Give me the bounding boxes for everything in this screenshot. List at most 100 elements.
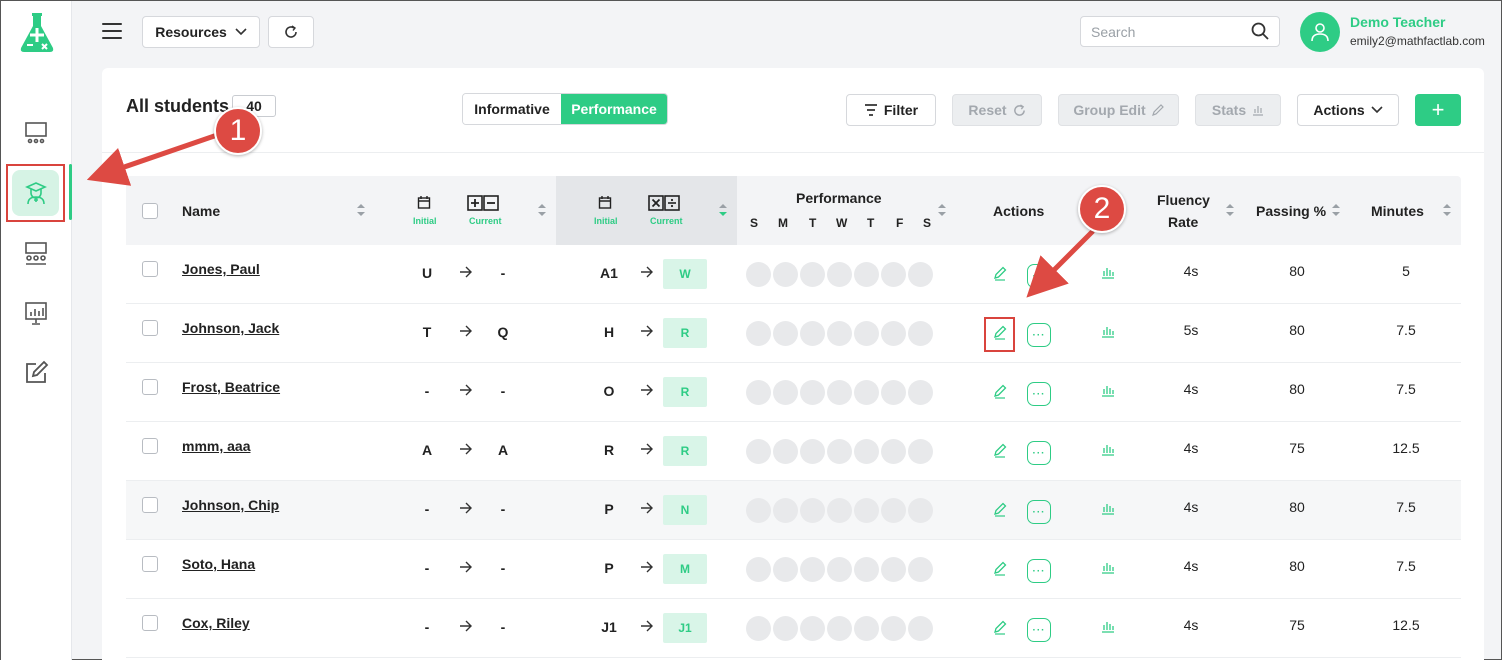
performance-dot [908, 557, 933, 582]
multiply-current-level: R [663, 377, 707, 407]
performance-dot [773, 321, 798, 346]
performance-dot [881, 616, 906, 641]
edit-pencil-icon[interactable] [992, 619, 1008, 635]
avatar[interactable] [1300, 12, 1340, 52]
view-toggle: Informative Performance [462, 93, 668, 125]
performance-week [746, 380, 933, 405]
more-options-button[interactable]: ··· [1027, 441, 1051, 465]
filter-label: Filter [883, 102, 919, 118]
bar-chart-icon[interactable] [1101, 383, 1115, 397]
sort-icon[interactable] [537, 203, 547, 217]
table-row: Soto, Hana - - P M ··· 4s 80 7.5 [126, 540, 1461, 599]
edit-pencil-icon[interactable] [992, 383, 1008, 399]
performance-dot [908, 616, 933, 641]
minutes: 7.5 [1396, 381, 1416, 397]
tab-performance[interactable]: Performance [561, 94, 667, 124]
reports-icon[interactable] [22, 299, 50, 327]
performance-dot [854, 616, 879, 641]
fluency-rate: 4s [1183, 381, 1199, 397]
edit-pencil-icon[interactable] [992, 442, 1008, 458]
user-name[interactable]: Demo Teacher [1350, 14, 1445, 30]
bar-chart-icon[interactable] [1101, 501, 1115, 515]
header-minutes: Minutes [1371, 203, 1424, 219]
multiply-current-level: R [663, 318, 707, 348]
select-all-checkbox[interactable] [142, 203, 158, 219]
groups-icon[interactable] [22, 239, 50, 267]
student-name-link[interactable]: Soto, Hana [182, 556, 255, 572]
student-name-link[interactable]: Johnson, Jack [182, 320, 279, 336]
edit-pencil-icon[interactable] [992, 560, 1008, 576]
row-checkbox[interactable] [142, 438, 158, 454]
actions-dropdown[interactable]: Actions [1297, 94, 1399, 126]
performance-dot [827, 616, 852, 641]
student-name-link[interactable]: Jones, Paul [182, 261, 260, 277]
more-options-button[interactable]: ··· [1027, 323, 1051, 347]
search-input[interactable] [1081, 17, 1241, 46]
more-options-button[interactable]: ··· [1027, 264, 1051, 288]
filter-button[interactable]: Filter [846, 94, 936, 126]
row-checkbox[interactable] [142, 261, 158, 277]
edit-pencil-icon[interactable] [992, 501, 1008, 517]
performance-dot [854, 557, 879, 582]
header-name[interactable]: Name [182, 203, 220, 219]
student-name-link[interactable]: mmm, aaa [182, 438, 250, 454]
addition-current-level: - [500, 265, 506, 281]
more-options-button[interactable]: ··· [1027, 559, 1051, 583]
group-edit-button[interactable]: Group Edit [1058, 94, 1179, 126]
highlight-box-sidebar [6, 164, 65, 222]
student-name-link[interactable]: Cox, Riley [182, 615, 250, 631]
sort-icon[interactable] [1331, 203, 1341, 217]
arrow-right-icon [640, 442, 654, 456]
student-name-link[interactable]: Johnson, Chip [182, 497, 279, 513]
bar-chart-icon[interactable] [1101, 560, 1115, 574]
arrow-right-icon [459, 442, 473, 456]
row-checkbox[interactable] [142, 615, 158, 631]
flask-logo-icon[interactable] [18, 13, 56, 53]
addition-current-level: A [497, 442, 509, 458]
page-title: All students [126, 96, 230, 116]
calendar-icon [598, 196, 612, 209]
sort-icon[interactable] [1225, 203, 1235, 217]
minutes: 5 [1402, 263, 1410, 279]
edit-notes-icon[interactable] [22, 359, 50, 387]
row-checkbox[interactable] [142, 497, 158, 513]
fluency-rate: 4s [1183, 617, 1199, 633]
resources-label: Resources [155, 24, 227, 40]
row-checkbox[interactable] [142, 320, 158, 336]
performance-week [746, 439, 933, 464]
reset-button[interactable]: Reset [952, 94, 1042, 126]
sort-desc-icon[interactable] [718, 203, 728, 217]
sort-icon[interactable] [1442, 203, 1452, 217]
student-name-link[interactable]: Frost, Beatrice [182, 379, 280, 395]
student-icon[interactable] [12, 170, 59, 216]
classroom-icon[interactable] [22, 119, 50, 147]
more-options-button[interactable]: ··· [1027, 382, 1051, 406]
sort-icon[interactable] [937, 203, 947, 217]
row-checkbox[interactable] [142, 379, 158, 395]
edit-pencil-icon[interactable] [992, 265, 1008, 281]
multiply-initial-level: P [604, 560, 614, 576]
sort-icon[interactable] [356, 203, 366, 217]
row-checkbox[interactable] [142, 556, 158, 572]
more-options-button[interactable]: ··· [1027, 500, 1051, 524]
divider [102, 152, 1484, 153]
tab-informative[interactable]: Informative [463, 94, 561, 124]
menu-icon[interactable] [102, 23, 122, 41]
day-label: W [836, 216, 848, 230]
refresh-button[interactable] [268, 16, 314, 48]
add-student-button[interactable]: + [1415, 94, 1461, 126]
arrow-right-icon [640, 324, 654, 338]
more-options-button[interactable]: ··· [1027, 618, 1051, 642]
bar-chart-icon[interactable] [1101, 265, 1115, 279]
bar-chart-icon[interactable] [1101, 442, 1115, 456]
bar-chart-icon[interactable] [1101, 619, 1115, 633]
minutes: 7.5 [1396, 558, 1416, 574]
active-indicator [69, 164, 72, 220]
table-row: Johnson, Chip - - P N ··· 4s 80 7.5 [126, 481, 1461, 540]
bar-chart-icon[interactable] [1101, 324, 1115, 338]
multiply-divide-icon [648, 195, 680, 211]
addition-current-level: - [500, 560, 506, 576]
search-icon[interactable] [1251, 22, 1269, 40]
stats-button[interactable]: Stats [1195, 94, 1281, 126]
resources-dropdown[interactable]: Resources [142, 16, 260, 48]
